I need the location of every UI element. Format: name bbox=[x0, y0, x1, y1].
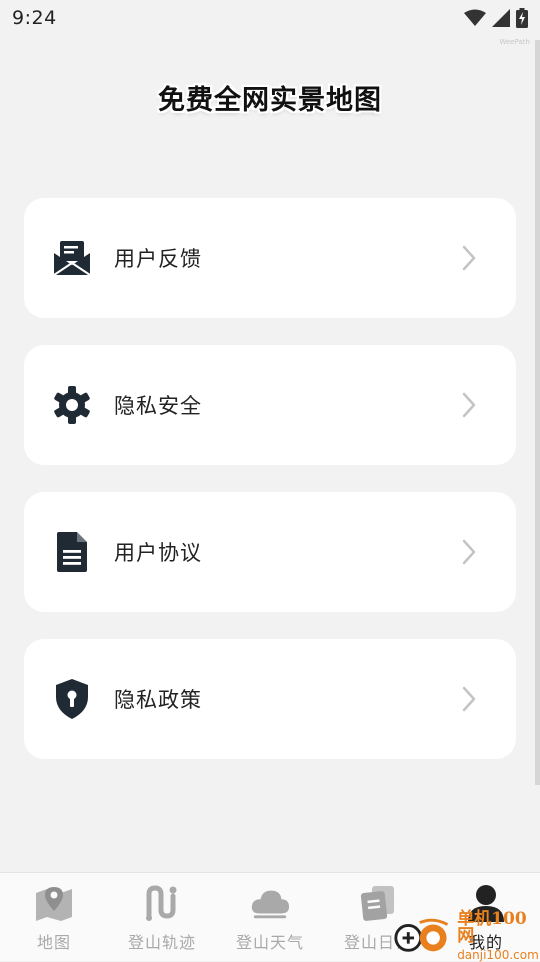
battery-charging-icon bbox=[516, 8, 528, 28]
menu-item-privacy-security[interactable]: 隐私安全 bbox=[24, 345, 516, 465]
scroll-indicator bbox=[535, 40, 540, 785]
status-icons bbox=[464, 8, 528, 28]
nav-label: 登山轨迹 bbox=[127, 933, 196, 952]
menu-item-label: 用户协议 bbox=[114, 541, 202, 565]
site-badge-en: danji100.com bbox=[457, 948, 539, 962]
document-icon bbox=[52, 532, 92, 572]
signal-icon bbox=[492, 9, 510, 27]
menu-item-label: 隐私安全 bbox=[114, 394, 202, 418]
status-time: 9:24 bbox=[12, 7, 57, 29]
cloud-icon bbox=[250, 883, 290, 923]
trail-icon bbox=[142, 883, 182, 923]
chevron-right-icon bbox=[462, 391, 478, 419]
map-pin-icon bbox=[34, 883, 74, 923]
site-badge: 单机100网 danji100.com bbox=[392, 909, 540, 962]
status-bar: 9:24 bbox=[0, 0, 540, 36]
mail-open-icon bbox=[52, 238, 92, 278]
menu-item-privacy-policy[interactable]: 隐私政策 bbox=[24, 639, 516, 759]
wifi-icon bbox=[464, 9, 486, 26]
chevron-right-icon bbox=[462, 244, 478, 272]
menu-item-label: 隐私政策 bbox=[114, 688, 202, 712]
nav-label: 地图 bbox=[36, 933, 71, 952]
nav-item-weather[interactable]: 登山天气 bbox=[216, 873, 324, 961]
gear-icon bbox=[52, 385, 92, 425]
chevron-right-icon bbox=[462, 538, 478, 566]
nav-item-trail[interactable]: 登山轨迹 bbox=[108, 873, 216, 961]
nav-label: 登山天气 bbox=[235, 933, 304, 952]
menu-item-label: 用户反馈 bbox=[114, 247, 202, 271]
menu-item-user-agreement[interactable]: 用户协议 bbox=[24, 492, 516, 612]
watermark: WeePath bbox=[499, 38, 530, 46]
chevron-right-icon bbox=[462, 685, 478, 713]
menu-item-feedback[interactable]: 用户反馈 bbox=[24, 198, 516, 318]
shield-lock-icon bbox=[52, 679, 92, 719]
danji-logo-icon bbox=[394, 918, 449, 952]
site-badge-cn: 单机100网 bbox=[457, 909, 527, 946]
page-title: 免费全网实景地图 bbox=[158, 85, 382, 116]
site-badge-text: 单机100网 danji100.com bbox=[457, 909, 540, 962]
nav-item-map[interactable]: 地图 bbox=[0, 873, 108, 961]
